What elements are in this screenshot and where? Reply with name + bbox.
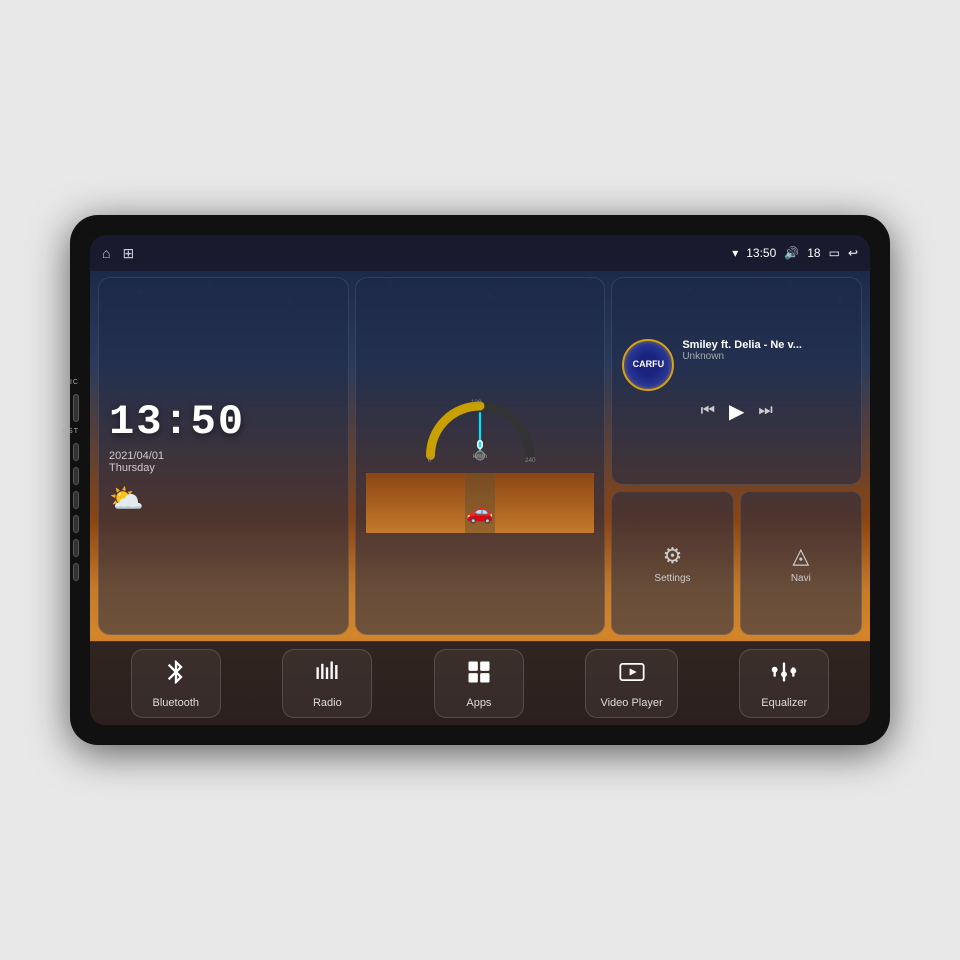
weather-icon: ⛅	[109, 482, 144, 515]
road-background: 🚗	[366, 473, 595, 533]
road-scene: 🚗	[366, 473, 595, 533]
music-controls: ⏮ ▶ ⏭	[622, 399, 851, 424]
app-item-apps[interactable]: Apps	[434, 649, 524, 718]
navi-icon: ◬	[792, 543, 809, 569]
clock-day: Thursday	[109, 462, 155, 474]
screen-content: 13:50 2021/04/01 Thursday ⛅ 0 240	[90, 271, 870, 725]
side-button-home[interactable]	[73, 491, 79, 509]
side-button-vol-down[interactable]	[73, 563, 79, 581]
settings-widget[interactable]: ⚙ Settings	[611, 491, 733, 635]
svg-text:240: 240	[525, 457, 536, 464]
back-icon[interactable]: ↩	[848, 246, 858, 260]
song-title: Smiley ft. Delia - Ne v...	[682, 339, 851, 351]
car-icon: 🚗	[466, 499, 493, 525]
status-time: 13:50	[746, 246, 776, 260]
music-info: Smiley ft. Delia - Ne v... Unknown	[682, 339, 851, 362]
home-nav-icon[interactable]: ⌂	[102, 245, 110, 261]
clock-date: 2021/04/01	[109, 450, 164, 462]
app-item-bluetooth[interactable]: Bluetooth	[131, 649, 221, 718]
clock-time: 13:50	[109, 398, 245, 446]
speedometer-widget: 0 240 120 0 km/h 🚗	[355, 277, 606, 635]
clock-widget: 13:50 2021/04/01 Thursday ⛅	[98, 277, 349, 635]
play-button[interactable]: ▶	[729, 399, 744, 424]
side-controls: MIC RST	[62, 379, 79, 581]
apps-label: Apps	[466, 697, 491, 709]
volume-icon: 🔊	[784, 246, 799, 260]
status-bar-right: ▾ 13:50 🔊 18 ▭ ↩	[732, 246, 858, 260]
music-widget[interactable]: CARFU Smiley ft. Delia - Ne v... Unknown…	[611, 277, 862, 485]
screen: ⌂ ⊞ ▾ 13:50 🔊 18 ▭ ↩ 13:50 2021/04/01	[90, 235, 870, 725]
svg-text:0: 0	[428, 457, 432, 464]
mic-label: MIC	[63, 379, 79, 386]
prev-button[interactable]: ⏮	[701, 402, 715, 420]
rst-label: RST	[62, 428, 79, 435]
side-button-vol-up[interactable]	[73, 539, 79, 557]
side-button-power[interactable]	[73, 467, 79, 485]
side-button-back[interactable]	[73, 515, 79, 533]
album-art: CARFU	[622, 339, 674, 391]
main-grid: 13:50 2021/04/01 Thursday ⛅ 0 240	[98, 277, 862, 635]
speedometer-svg: 0 240 120 0 km/h	[415, 379, 545, 469]
radio-label: Radio	[313, 697, 342, 709]
song-artist: Unknown	[682, 351, 851, 362]
svg-text:km/h: km/h	[473, 453, 487, 460]
bluetooth-label: Bluetooth	[153, 697, 199, 709]
volume-level: 18	[807, 246, 820, 260]
apps-nav-icon[interactable]: ⊞	[122, 245, 134, 262]
app-bar: Bluetooth Radio	[90, 641, 870, 725]
status-bar: ⌂ ⊞ ▾ 13:50 🔊 18 ▭ ↩	[90, 235, 870, 271]
window-icon: ▭	[829, 246, 840, 260]
svg-text:120: 120	[471, 399, 482, 406]
settings-navi-container: ⚙ Settings ◬ Navi	[611, 491, 862, 635]
equalizer-icon	[770, 658, 798, 693]
app-item-equalizer[interactable]: Equalizer	[739, 649, 829, 718]
status-bar-left: ⌂ ⊞	[102, 245, 134, 262]
settings-label: Settings	[654, 573, 690, 584]
svg-text:0: 0	[476, 438, 483, 452]
side-button-1[interactable]	[73, 394, 79, 422]
next-button[interactable]: ⏭	[758, 402, 772, 420]
side-button-rst[interactable]	[73, 443, 79, 461]
app-item-video[interactable]: Video Player	[585, 649, 677, 718]
music-top: CARFU Smiley ft. Delia - Ne v... Unknown	[622, 339, 851, 391]
wifi-icon: ▾	[732, 246, 738, 260]
navi-widget[interactable]: ◬ Navi	[740, 491, 862, 635]
bluetooth-icon	[162, 658, 190, 693]
album-label: CARFU	[633, 359, 665, 370]
video-icon	[618, 658, 646, 693]
radio-icon	[313, 658, 341, 693]
equalizer-label: Equalizer	[761, 697, 807, 709]
car-stereo-device: MIC RST ⌂ ⊞ ▾ 13:50 🔊 18 ▭ ↩	[70, 215, 890, 745]
navi-label: Navi	[791, 573, 811, 584]
apps-icon	[465, 658, 493, 693]
app-item-radio[interactable]: Radio	[282, 649, 372, 718]
video-label: Video Player	[600, 697, 662, 709]
settings-icon: ⚙	[663, 543, 683, 569]
